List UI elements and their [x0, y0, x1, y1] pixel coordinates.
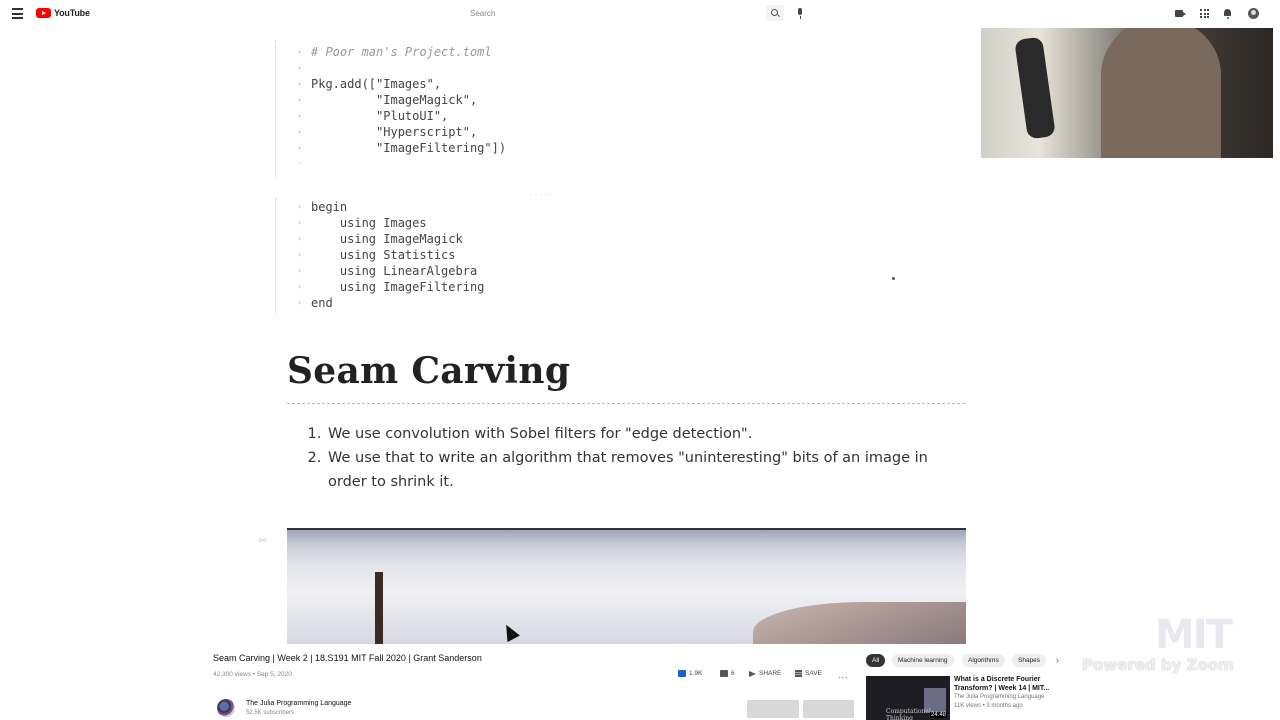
mic-icon[interactable]	[798, 8, 802, 19]
cell-gutter: › › › › › › › ·	[297, 47, 302, 168]
cell-gutter: › › › › › › ›	[297, 202, 302, 307]
join-button[interactable]	[747, 700, 799, 718]
code-line: "ImageFiltering"])	[311, 141, 507, 155]
thumbs-up-icon	[678, 670, 686, 677]
code-line: end	[311, 296, 333, 310]
notebook-title: Seam Carving	[287, 350, 571, 392]
code-line: "PlutoUI",	[311, 109, 449, 123]
chip-algorithms[interactable]: Algorithms	[962, 654, 1005, 667]
code-line: using ImageMagick	[311, 232, 463, 246]
share-button[interactable]: SHARE	[749, 670, 781, 677]
chevron-right-icon[interactable]: ›	[1056, 655, 1059, 665]
code-line: using Images	[311, 216, 427, 230]
code-line: using Statistics	[311, 248, 456, 262]
code-line: Pkg.add(["Images",	[311, 77, 442, 91]
menu-icon[interactable]	[12, 8, 23, 19]
list-item: We use convolution with Sobel filters fo…	[326, 422, 966, 446]
apps-icon[interactable]	[1200, 9, 1209, 18]
save-button[interactable]: SAVE	[795, 670, 822, 677]
code-line: "Hyperscript",	[311, 125, 478, 139]
share-label: SHARE	[759, 670, 782, 677]
mit-logo: MIT	[1155, 612, 1233, 658]
channel-name[interactable]: The Julia Programming Language	[246, 700, 351, 707]
create-video-icon[interactable]	[1175, 10, 1186, 17]
code-line: begin	[311, 200, 348, 214]
video-duration: 24:48	[929, 712, 947, 718]
seam-carving-image	[287, 528, 966, 644]
cell-divider	[275, 198, 277, 316]
save-icon	[795, 670, 802, 672]
image-object	[753, 602, 966, 644]
zoom-watermark: Powered by Zoom	[1082, 656, 1234, 674]
cell-separator-dots: ·····	[530, 190, 554, 199]
webcam-person	[1101, 28, 1221, 158]
recommended-title[interactable]: What is a Discrete Fourier Transform? | …	[954, 675, 1052, 693]
search-placeholder: Search	[470, 8, 496, 18]
notifications-icon[interactable]	[1224, 9, 1231, 19]
markdown-list: We use convolution with Sobel filters fo…	[306, 422, 966, 494]
recommended-meta: 11K views • 3 months ago	[954, 703, 1023, 709]
search-button[interactable]	[766, 5, 784, 21]
list-item: We use that to write an algorithm that r…	[326, 446, 966, 494]
recommended-thumbnail[interactable]: Computational Thinking 24:48	[866, 676, 950, 720]
chip-all[interactable]: All	[866, 654, 886, 667]
search-input[interactable]: Search	[470, 5, 766, 21]
youtube-logo-text: YouTube	[54, 8, 90, 18]
code-cell-using[interactable]: begin using Images using ImageMagick usi…	[311, 199, 484, 311]
like-count: 1.9K	[689, 670, 703, 677]
youtube-logo[interactable]: YouTube	[36, 8, 90, 18]
video-meta: 42,300 views • Sep 5, 2020	[213, 671, 292, 678]
webcam-microphone	[1014, 36, 1056, 140]
recommended-channel[interactable]: The Julia Programming Language	[954, 694, 1044, 700]
image-object	[375, 572, 383, 644]
account-icon[interactable]	[1248, 8, 1259, 19]
webcam-overlay	[981, 28, 1273, 158]
share-icon	[749, 670, 756, 677]
channel-subscribers: 52.5K subscribers	[246, 710, 295, 716]
search-icon	[771, 9, 778, 16]
code-line: "ImageMagick",	[311, 93, 478, 107]
video-title: Seam Carving | Week 2 | 18.S191 MIT Fall…	[213, 653, 482, 663]
save-label: SAVE	[805, 670, 822, 677]
subscribe-button[interactable]	[803, 700, 854, 718]
title-divider	[287, 403, 965, 405]
code-cell-pkg[interactable]: # Poor man's Project.toml Pkg.add(["Imag…	[311, 44, 506, 156]
channel-avatar[interactable]	[217, 699, 235, 717]
more-actions-button[interactable]: ...	[838, 670, 849, 680]
code-line: # Poor man's Project.toml	[311, 45, 492, 59]
code-line: using ImageFiltering	[311, 280, 485, 294]
like-button[interactable]: 1.9K	[678, 670, 702, 677]
cell-indicator-dot	[892, 277, 895, 280]
youtube-play-icon	[36, 8, 51, 18]
chip-machine-learning[interactable]: Machine learning	[892, 654, 954, 667]
cell-gutter-marker: ><	[258, 536, 268, 545]
dislike-count: 6	[731, 670, 735, 677]
code-line: using LinearAlgebra	[311, 264, 478, 278]
dislike-button[interactable]: 6	[720, 670, 735, 677]
chip-shapes[interactable]: Shapes	[1012, 654, 1047, 667]
thumbs-down-icon	[720, 670, 728, 677]
cell-divider	[275, 40, 277, 178]
